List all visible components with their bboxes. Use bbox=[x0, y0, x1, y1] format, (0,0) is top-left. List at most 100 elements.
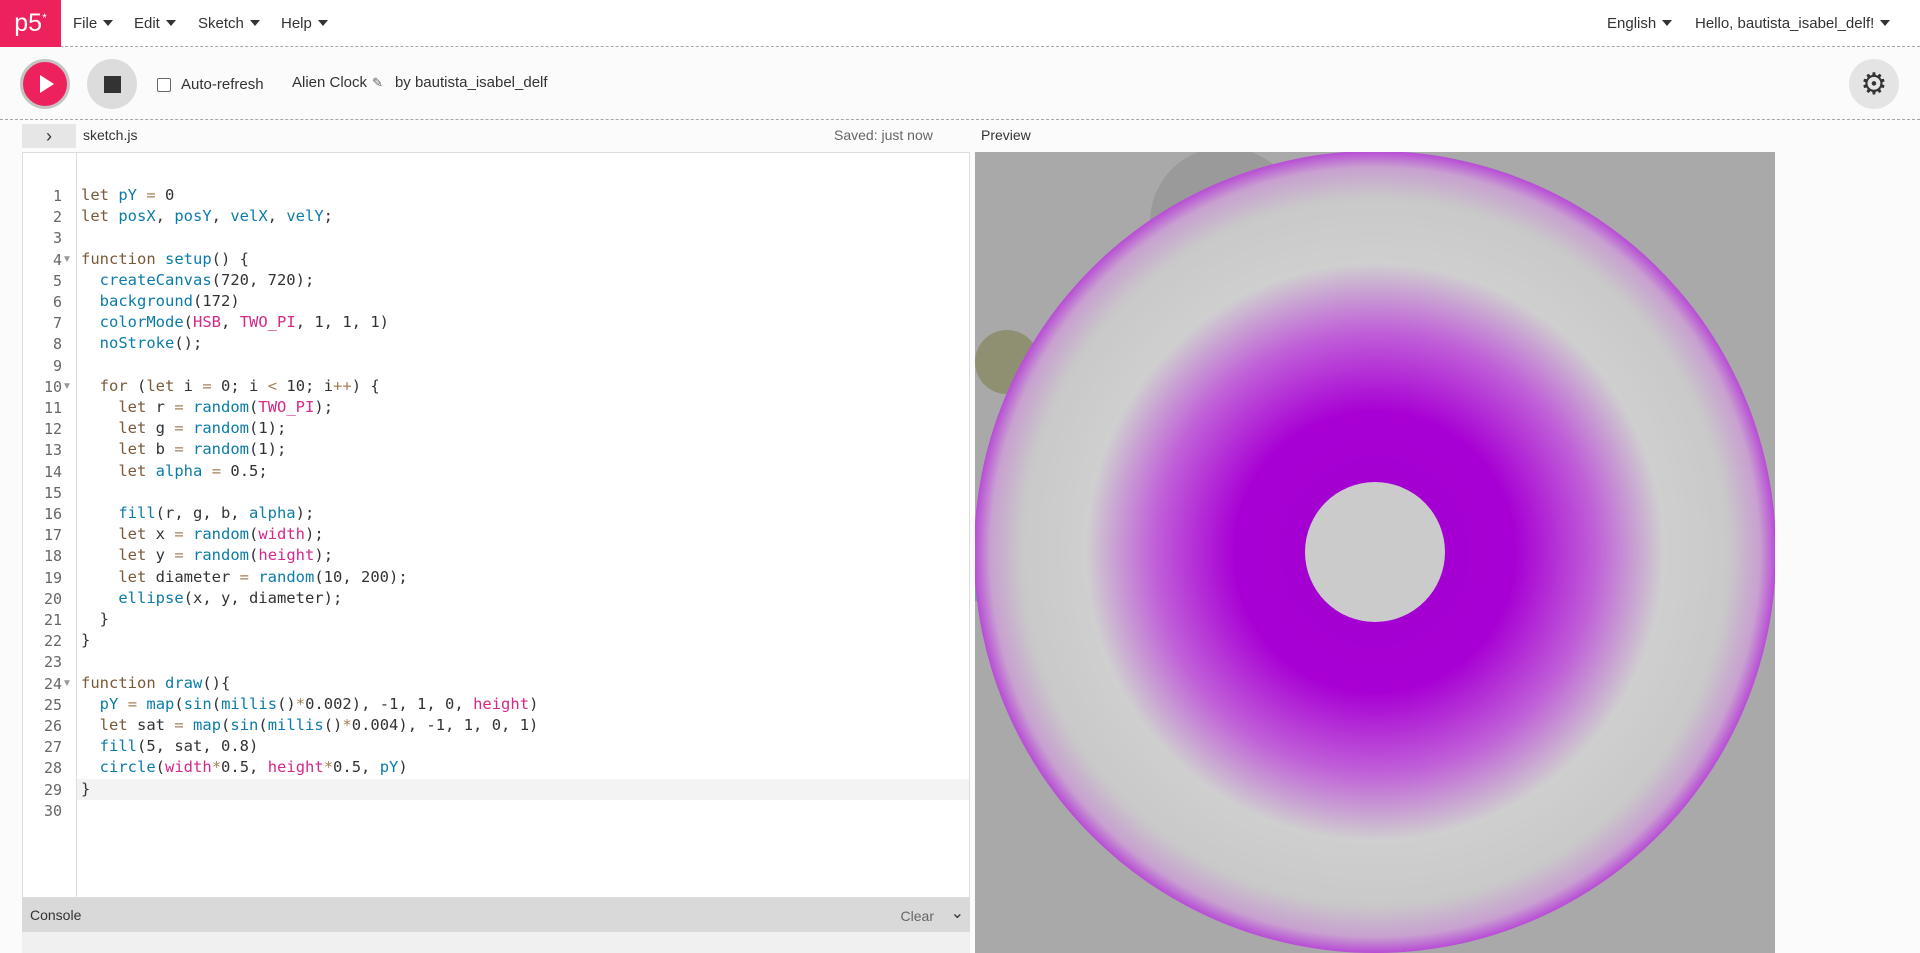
preview-canvas[interactable] bbox=[975, 152, 1775, 953]
line-number: 17 bbox=[43, 526, 62, 545]
line-number: 24 bbox=[43, 674, 62, 693]
gear-icon: ⚙ bbox=[1860, 67, 1888, 101]
code-line[interactable]: let diameter = random(10, 200); bbox=[81, 567, 407, 588]
code-line[interactable]: fill(5, sat, 0.8) bbox=[81, 736, 259, 757]
user-menu[interactable]: Hello, bautista_isabel_delf! bbox=[1695, 15, 1891, 32]
caret-down-icon bbox=[1662, 20, 1673, 26]
code-line[interactable]: let b = random(1); bbox=[81, 439, 286, 460]
active-line-highlight bbox=[77, 778, 969, 800]
line-number: 19 bbox=[43, 568, 62, 587]
fold-arrow-icon[interactable]: ▼ bbox=[62, 678, 72, 689]
code-line[interactable]: function setup() { bbox=[81, 249, 249, 270]
center-circle bbox=[1305, 482, 1445, 622]
line-number: 27 bbox=[43, 738, 62, 757]
fold-arrow-icon[interactable]: ▼ bbox=[62, 381, 72, 392]
caret-down-icon bbox=[1880, 20, 1891, 26]
line-number: 2 bbox=[52, 208, 62, 227]
code-line[interactable]: colorMode(HSB, TWO_PI, 1, 1, 1) bbox=[81, 312, 389, 333]
console-body bbox=[22, 932, 970, 953]
code-line[interactable]: } bbox=[81, 609, 109, 630]
auto-refresh-toggle[interactable]: Auto-refresh bbox=[157, 76, 264, 93]
auto-refresh-checkbox[interactable] bbox=[157, 77, 171, 92]
file-tab[interactable]: sketch.js bbox=[83, 127, 137, 143]
code-line[interactable]: let x = random(width); bbox=[81, 524, 323, 545]
language-menu[interactable]: English bbox=[1607, 15, 1673, 32]
stop-button[interactable] bbox=[87, 59, 137, 109]
code-line[interactable]: } bbox=[81, 779, 90, 800]
code-line[interactable]: let posX, posY, velX, velY; bbox=[81, 206, 333, 227]
code-line[interactable]: fill(r, g, b, alpha); bbox=[81, 503, 314, 524]
sketch-author[interactable]: by bautista_isabel_delf bbox=[395, 74, 548, 91]
code-line[interactable]: background(172) bbox=[81, 291, 240, 312]
line-number: 22 bbox=[43, 632, 62, 651]
code-line[interactable]: let sat = map(sin(millis()*0.004), -1, 1… bbox=[81, 715, 539, 736]
caret-down-icon bbox=[165, 20, 176, 26]
play-icon bbox=[40, 75, 54, 93]
line-number: 6 bbox=[52, 293, 62, 311]
saved-status: Saved: just now bbox=[834, 127, 933, 143]
line-number: 21 bbox=[43, 611, 62, 629]
line-number: 15 bbox=[43, 483, 62, 502]
stop-icon bbox=[103, 75, 121, 93]
sidebar-toggle-button[interactable]: › bbox=[22, 124, 76, 148]
menu-sketch[interactable]: Sketch bbox=[198, 15, 260, 32]
caret-down-icon bbox=[249, 20, 260, 26]
code-line[interactable]: for (let i = 0; i < 10; i++) { bbox=[81, 376, 380, 397]
line-number: 20 bbox=[43, 589, 62, 608]
menu-edit[interactable]: Edit bbox=[134, 15, 176, 32]
top-nav: p5 * File Edit Sketch Help English Hello,… bbox=[0, 0, 1920, 47]
code-editor[interactable]: 1 2 3 4 ▼ 5 6 7 8 9 10 ▼ 11 12 13 14 15 16 17 18 19 20 21 22 23 2… bbox=[22, 152, 970, 898]
code-line[interactable]: ellipse(x, y, diameter); bbox=[81, 588, 342, 609]
line-number: 28 bbox=[43, 759, 62, 778]
line-number: 18 bbox=[43, 547, 62, 566]
code-line[interactable]: let y = random(height); bbox=[81, 545, 333, 566]
console-clear-button[interactable]: Clear bbox=[901, 908, 934, 924]
line-number: 11 bbox=[43, 399, 62, 417]
line-number: 13 bbox=[43, 441, 62, 460]
sketch-output bbox=[975, 152, 1775, 953]
menu-help[interactable]: Help bbox=[281, 15, 328, 32]
line-number: 14 bbox=[43, 462, 62, 481]
code-line[interactable]: function draw(){ bbox=[81, 673, 230, 694]
line-number-gutter: 1 2 3 4 ▼ 5 6 7 8 9 10 ▼ 11 12 13 14 15 16 17 18 19 20 21 22 23 2… bbox=[23, 153, 77, 897]
line-number: 5 bbox=[52, 271, 62, 290]
code-line[interactable]: circle(width*0.5, height*0.5, pY) bbox=[81, 757, 408, 778]
fold-arrow-icon[interactable]: ▼ bbox=[62, 254, 72, 265]
play-button[interactable] bbox=[20, 59, 70, 109]
caret-down-icon bbox=[317, 20, 328, 26]
code-line[interactable]: let alpha = 0.5; bbox=[81, 461, 267, 482]
pencil-icon[interactable]: ✎ bbox=[372, 75, 383, 91]
caret-down-icon bbox=[103, 20, 114, 26]
line-number: 30 bbox=[43, 801, 62, 820]
code-line[interactable]: pY = map(sin(millis()*0.002), -1, 1, 0, … bbox=[81, 694, 539, 715]
toolbar: Auto-refresh Alien Clock ✎ by bautista_i… bbox=[0, 48, 1920, 120]
line-number: 25 bbox=[43, 695, 62, 714]
line-number: 8 bbox=[52, 335, 62, 354]
chevron-down-icon[interactable]: ⌄ bbox=[951, 903, 964, 923]
code-line[interactable]: let r = random(TWO_PI); bbox=[81, 397, 333, 418]
line-number: 29 bbox=[43, 780, 62, 799]
code-line[interactable]: } bbox=[81, 630, 90, 651]
line-number: 9 bbox=[52, 356, 62, 375]
p5-logo[interactable]: p5 * bbox=[0, 0, 61, 47]
settings-button[interactable]: ⚙ bbox=[1849, 59, 1899, 109]
code-line[interactable]: let g = random(1); bbox=[81, 418, 286, 439]
sketch-name[interactable]: Alien Clock bbox=[292, 74, 367, 91]
chevron-right-icon: › bbox=[46, 125, 52, 146]
line-number: 26 bbox=[43, 717, 62, 735]
line-number: 7 bbox=[52, 314, 62, 333]
sketch-title: Alien Clock ✎ by bautista_isabel_delf bbox=[292, 74, 548, 91]
line-number: 4 bbox=[52, 250, 62, 269]
line-number: 12 bbox=[43, 420, 62, 439]
code-line[interactable]: createCanvas(720, 720); bbox=[81, 270, 315, 291]
line-number: 3 bbox=[52, 229, 62, 248]
preview-label: Preview bbox=[981, 127, 1031, 143]
code-line[interactable]: let pY = 0 bbox=[81, 185, 174, 206]
line-number: 1 bbox=[52, 187, 62, 205]
line-number: 10 bbox=[43, 377, 62, 396]
auto-refresh-label: Auto-refresh bbox=[181, 76, 264, 93]
menu-file[interactable]: File bbox=[73, 15, 114, 32]
code-line[interactable]: noStroke(); bbox=[81, 333, 203, 354]
console-label: Console bbox=[30, 907, 82, 923]
console-header: Console Clear ⌄ bbox=[22, 898, 970, 932]
